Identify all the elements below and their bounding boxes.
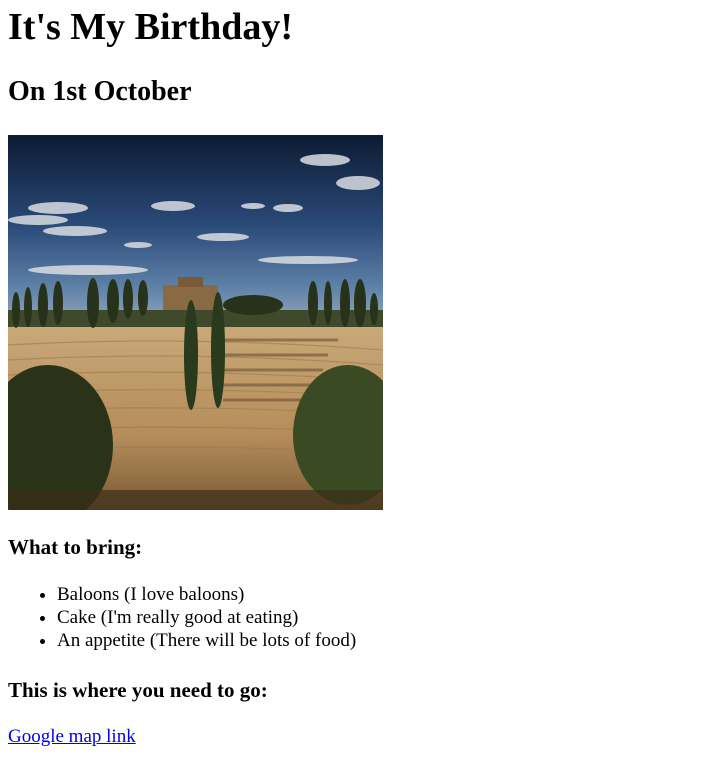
directions-heading: This is where you need to go: <box>8 678 268 702</box>
list-item: Cake (I'm really good at eating) <box>57 606 356 629</box>
bring-heading: What to bring: <box>8 535 143 559</box>
landscape-photo <box>8 135 383 510</box>
list-item: Baloons (I love baloons) <box>57 583 356 606</box>
page-title: It's My Birthday! <box>8 6 293 48</box>
bring-list: Baloons (I love baloons) Cake (I'm reall… <box>8 583 356 652</box>
list-item: An appetite (There will be lots of food) <box>57 629 356 652</box>
google-map-link[interactable]: Google map link <box>8 725 136 749</box>
event-date: On 1st October <box>8 76 192 107</box>
